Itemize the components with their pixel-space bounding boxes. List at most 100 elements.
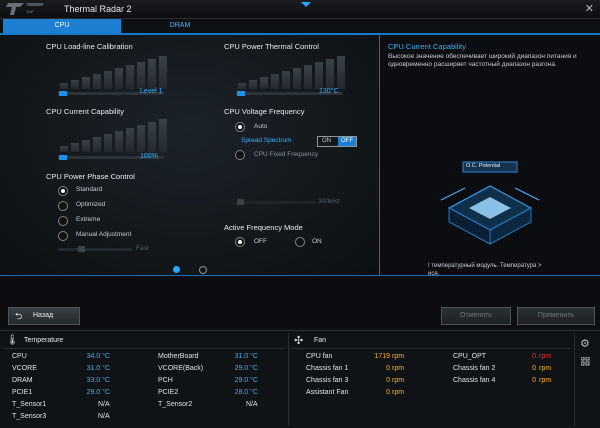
temp-tsensor2-label: T_Sensor2	[158, 401, 193, 408]
button-row: ⮌ Назад Отменить Применить	[0, 276, 600, 328]
phase-extreme-label: Extreme	[76, 216, 101, 223]
thermal-control-graph	[238, 55, 345, 89]
temp-tsensor2-value: N/A	[246, 401, 258, 408]
phase-standard-label: Standard	[76, 186, 103, 193]
thermal-control-label: CPU Power Thermal Control	[224, 42, 319, 51]
collapse-caret-icon[interactable]	[301, 2, 311, 7]
page-dot-1[interactable]	[173, 266, 180, 273]
phase-manual-radio[interactable]	[58, 231, 68, 241]
temp-motherboard-value: 31.0 °C	[234, 353, 258, 360]
fan-chassis3-unit: rpm	[392, 377, 405, 384]
info-footer-line1: ! температурный модуль. Температура >	[428, 263, 542, 269]
temp-tsensor1-label: T_Sensor1	[12, 401, 47, 408]
temp-pch-label: PCH	[158, 377, 173, 384]
thermometer-icon: 🌡	[6, 335, 19, 346]
back-arrow-icon: ⮌	[15, 311, 23, 321]
close-icon[interactable]: ✕	[585, 2, 594, 15]
temp-tsensor3-value: N/A	[98, 413, 110, 420]
svg-text:TUF: TUF	[26, 9, 34, 14]
phase-optimized-radio[interactable]	[58, 201, 68, 211]
grid-view-icon[interactable]	[580, 356, 593, 369]
fan-assistant-label: Assistant Fan	[306, 389, 349, 396]
fan-divider	[292, 348, 570, 349]
llc-value: Level 1	[140, 88, 163, 95]
toggle-off-text: OFF	[338, 137, 356, 146]
phase-extreme-radio[interactable]	[58, 216, 68, 226]
temp-pcie2-label: PCIE2	[158, 389, 179, 396]
spread-spectrum-label: Spread Spectrum	[241, 137, 292, 144]
tab-bar: CPU DRAM	[0, 19, 600, 35]
llc-slider-knob[interactable]	[59, 91, 67, 96]
fan-chassis2-label: Chassis fan 2	[453, 365, 496, 372]
fan-chassis4-unit: rpm	[539, 377, 552, 384]
title-bar: TUF Thermal Radar 2 ✕	[0, 0, 600, 19]
app-title: Thermal Radar 2	[64, 4, 132, 14]
fan-chassis1-label: Chassis fan 1	[306, 365, 349, 372]
fixed-frequency-value: 300kHz	[318, 198, 341, 205]
afm-off-radio[interactable]	[235, 237, 245, 247]
current-capability-slider-knob[interactable]	[59, 155, 67, 160]
apply-button[interactable]: Применить	[517, 307, 595, 325]
llc-label: CPU Load-line Calibration	[46, 42, 133, 51]
phase-speed-slider-knob[interactable]	[78, 246, 85, 252]
settings-panel: CPU Load-line Calibration Level 1 CPU Cu…	[0, 35, 378, 275]
afm-off-label: OFF	[254, 238, 267, 245]
fan-chassis4-value: 0	[532, 377, 536, 384]
back-button[interactable]: ⮌ Назад	[8, 307, 80, 325]
vf-auto-radio[interactable]	[235, 122, 245, 132]
temp-pcie1-value: 29.0 °C	[86, 389, 110, 396]
fan-cpu-label: CPU fan	[306, 353, 333, 360]
fan-title: Fan	[314, 337, 327, 344]
temp-dram-value: 33.0 °C	[86, 377, 110, 384]
page-dot-2[interactable]	[199, 266, 207, 274]
phase-manual-label: Manual Adjustment	[76, 231, 132, 238]
info-panel: CPU Current Capability Высокое значение …	[379, 35, 600, 277]
fan-chassis2-unit: rpm	[539, 365, 552, 372]
vf-fixed-label: CPU Fixed Frequency	[254, 151, 318, 158]
thermal-value: 130°C	[319, 88, 339, 95]
fan-chassis3-value: 0	[386, 377, 390, 384]
fan-chassis4-label: Chassis fan 4	[453, 377, 496, 384]
info-body: Высокое значение обеспечивает широкий ди…	[388, 53, 577, 68]
temp-vcore-value: 31.0 °C	[86, 365, 110, 372]
temp-dram-label: DRAM	[12, 377, 33, 384]
oc-potential-illustration-icon	[435, 160, 545, 280]
fan-assistant-unit: rpm	[392, 389, 405, 396]
fixed-frequency-knob[interactable]	[237, 199, 244, 205]
temp-cpu-value: 34.0 °C	[86, 353, 110, 360]
fan-chassis1-unit: rpm	[392, 365, 405, 372]
undo-button[interactable]: Отменить	[441, 307, 511, 325]
temperature-divider	[4, 348, 284, 349]
tab-dram[interactable]: DRAM	[121, 19, 239, 33]
monitor-column-divider	[288, 333, 289, 426]
afm-on-radio[interactable]	[295, 237, 305, 247]
phase-optimized-label: Optimized	[76, 201, 106, 208]
temp-tsensor3-label: T_Sensor3	[12, 413, 47, 420]
temp-vcore-label: VCORE	[12, 365, 37, 372]
fan-cpu-value: 1719	[374, 353, 390, 360]
temp-pcie2-value: 28.0 °C	[234, 389, 258, 396]
tuf-logo-icon: TUF	[6, 3, 44, 15]
fan-chassis1-value: 0	[386, 365, 390, 372]
current-capability-label: CPU Current Capability	[46, 107, 124, 116]
fan-cpu-unit: rpm	[392, 353, 405, 360]
phase-standard-radio[interactable]	[58, 186, 68, 196]
side-divider	[574, 333, 575, 426]
current-capability-graph	[60, 118, 167, 152]
tab-cpu[interactable]: CPU	[3, 19, 121, 33]
spread-spectrum-toggle[interactable]: ON OFF	[317, 136, 357, 147]
temperature-title: Temperature	[24, 337, 64, 344]
phase-speed-slider[interactable]	[58, 248, 132, 251]
fan-icon: ✣	[294, 335, 304, 347]
vf-auto-label: Auto	[254, 123, 268, 130]
temp-pch-value: 29.0 °C	[234, 377, 258, 384]
toggle-on-text: ON	[322, 138, 331, 144]
temp-cpu-label: CPU	[12, 353, 27, 360]
afm-on-label: ON	[312, 238, 322, 245]
back-button-label: Назад	[33, 312, 54, 319]
thermal-slider-knob[interactable]	[237, 91, 245, 96]
gear-icon[interactable]: ⚙	[580, 337, 590, 350]
vf-fixed-radio[interactable]	[235, 150, 245, 160]
fixed-frequency-slider[interactable]	[236, 201, 316, 204]
temp-vcore-back-value: 29.0 °C	[234, 365, 258, 372]
